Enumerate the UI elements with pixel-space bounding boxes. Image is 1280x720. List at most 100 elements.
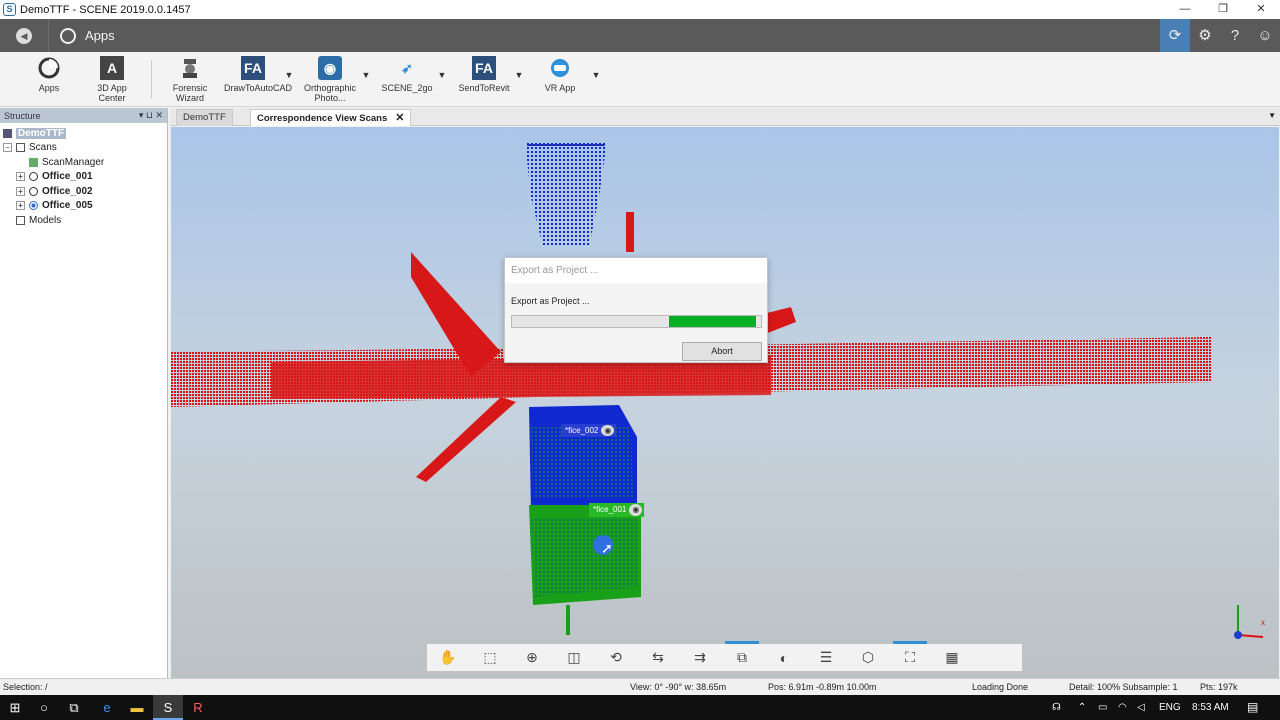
scan-select-icon[interactable]: ⧉	[721, 641, 763, 666]
orthophoto-icon: ◉	[318, 56, 342, 80]
eye-icon[interactable]: ◉	[629, 504, 643, 516]
status-loading: Loading Done	[972, 682, 1029, 692]
ribbon-app-center-button[interactable]: A 3D App Center	[88, 56, 136, 103]
sendtorevit-dropdown[interactable]: ▼	[514, 70, 524, 80]
tree-office-005[interactable]: + Office_005	[16, 198, 93, 212]
tree-office-005-label: Office_005	[42, 199, 93, 211]
vr-dropdown[interactable]: ▼	[591, 70, 601, 80]
ribbon-sendtorevit-button[interactable]: FA SendToRevit	[456, 56, 512, 93]
sendtorevit-icon: FA	[472, 56, 496, 80]
scan-blue	[529, 405, 637, 512]
cube-icon[interactable]: ⬡	[847, 649, 889, 666]
ribbon-apps-label: Apps	[38, 83, 60, 93]
account-icon[interactable]: ☺	[1250, 19, 1280, 52]
tree-scans-label: Scans	[29, 141, 57, 153]
back-arrow-icon: ◀	[16, 27, 32, 44]
tab-correspondence-label: Correspondence View Scans	[257, 113, 388, 124]
status-detail: Detail: 100% Subsample: 1	[1069, 682, 1178, 692]
people-icon[interactable]: ☊	[1052, 695, 1061, 720]
scene-taskbar-icon[interactable]: S	[153, 695, 183, 720]
refresh-icon[interactable]: ⟳	[1160, 19, 1190, 52]
ribbon-sendtorevit-label: SendToRevit	[458, 83, 510, 93]
edge-browser-icon[interactable]: e	[92, 695, 122, 720]
windows-start-icon[interactable]: ⊞	[0, 695, 30, 720]
tree-scan-manager[interactable]: ScanManager	[29, 155, 104, 169]
status-bar: Selection: / View: 0° -90° w: 38.65m Pos…	[0, 678, 1280, 695]
expand-icon[interactable]: +	[16, 171, 25, 181]
close-tab-icon[interactable]: ✕	[395, 112, 404, 124]
tab-correspondence-view[interactable]: Correspondence View Scans ✕	[250, 109, 412, 126]
correspondence-icon[interactable]: ⇉	[679, 649, 721, 666]
tree-scan-manager-label: ScanManager	[42, 156, 105, 168]
tab-demottf[interactable]: DemoTTF	[176, 109, 233, 126]
expand-icon[interactable]: +	[16, 200, 25, 210]
fit-view-icon[interactable]: ⛶	[889, 641, 931, 666]
ribbon-orthophoto-button[interactable]: ◉ Orthographic Photo...	[300, 56, 360, 103]
navigation-mode-icon[interactable]: ✋	[427, 649, 469, 666]
tab-demottf-label: DemoTTF	[183, 112, 226, 123]
revit-taskbar-icon[interactable]: R	[183, 695, 213, 720]
scan-top-blue	[525, 141, 634, 252]
export-progress-dialog: Export as Project ... Export as Project …	[504, 257, 768, 363]
orthophoto-dropdown[interactable]: ▼	[361, 70, 371, 80]
grid-icon[interactable]: ▦	[931, 649, 973, 666]
redo-view-icon[interactable]: ⇆	[637, 649, 679, 666]
view-mode-icon[interactable]: ⬚	[469, 649, 511, 666]
abort-button[interactable]: Abort	[682, 342, 762, 361]
file-explorer-icon[interactable]: ▬	[122, 695, 152, 720]
clipping-box-icon[interactable]: ◫	[553, 649, 595, 666]
ribbon-orthophoto-label: Orthographic Photo...	[303, 83, 357, 103]
restore-button[interactable]: ❐	[1204, 0, 1242, 19]
ribbon-forensic-button[interactable]: Forensic Wizard	[168, 56, 212, 103]
drawtoautocad-dropdown[interactable]: ▼	[284, 70, 294, 80]
back-button[interactable]: ◀	[0, 19, 49, 52]
network-icon[interactable]: ◠	[1118, 695, 1127, 720]
language-indicator[interactable]: ENG	[1159, 695, 1181, 720]
battery-icon[interactable]: ▭	[1098, 695, 1107, 720]
collapse-icon[interactable]: −	[3, 142, 12, 152]
ribbon-vr-button[interactable]: VR App	[540, 56, 580, 93]
point-cloud-canvas: x	[171, 141, 1265, 639]
status-points: Pts: 197k	[1200, 682, 1238, 692]
gear-icon[interactable]: ⚙	[1190, 19, 1220, 52]
help-icon[interactable]: ?	[1220, 19, 1250, 52]
panel-controls[interactable]: ▾ ⊔ ✕	[139, 110, 163, 121]
clock[interactable]: 8:53 AM	[1192, 695, 1229, 720]
minimize-button[interactable]: —	[1166, 0, 1204, 19]
search-icon[interactable]: ○	[29, 695, 59, 720]
tree-scans[interactable]: − Scans	[3, 140, 57, 154]
tree-office-002[interactable]: + Office_002	[16, 184, 93, 198]
ribbon-drawtoautocad-button[interactable]: FA DrawToAutoCAD	[224, 56, 292, 93]
scene-app-icon: S	[3, 3, 16, 16]
ribbon-scene2go-button[interactable]: ➶ SCENE_2go	[380, 56, 434, 93]
rotate-icon[interactable]: ⟲	[595, 649, 637, 666]
layers-icon[interactable]: ☰	[805, 649, 847, 666]
mouse-cursor-icon: ➚	[601, 540, 613, 556]
volume-icon[interactable]: ◁	[1137, 695, 1145, 720]
split-view-icon[interactable]: ◐	[763, 650, 805, 666]
task-view-icon[interactable]: ⧉	[59, 695, 89, 720]
structure-panel: Structure ▾ ⊔ ✕ DemoTTF − Scans ScanMana…	[0, 108, 168, 678]
os-taskbar: ⊞ ○ ⧉ e ▬ S R ☊ ⌃ ▭ ◠ ◁ ENG 8:53 AM ▤	[0, 695, 1280, 720]
progress-fill	[668, 316, 756, 327]
view-tabs: DemoTTF Correspondence View Scans ✕ ▼	[170, 108, 1280, 126]
tray-overflow-icon[interactable]: ⌃	[1078, 695, 1086, 720]
scene2go-dropdown[interactable]: ▼	[437, 70, 447, 80]
ribbon-apps-button[interactable]: Apps	[30, 56, 68, 93]
tree-root[interactable]: DemoTTF	[3, 126, 67, 140]
chevron-down-icon: ▼	[437, 70, 447, 80]
scan-label-office-001[interactable]: *fice_001 ◉	[589, 503, 645, 517]
expand-icon[interactable]: +	[16, 186, 25, 196]
close-button[interactable]: ✕	[1242, 0, 1280, 19]
zoom-icon[interactable]: ⊕	[511, 649, 553, 666]
eye-icon[interactable]: ◉	[601, 425, 615, 436]
window-title: DemoTTF - SCENE 2019.0.0.1457	[20, 3, 191, 16]
scan-label-office-002[interactable]: *fice_002 ◉	[561, 424, 617, 437]
apps-bar: ◀ Apps ⟳ ⚙ ? ☺	[0, 19, 1280, 52]
tree-models[interactable]: Models	[16, 213, 61, 227]
tree-office-001[interactable]: + Office_001	[16, 169, 93, 183]
notifications-icon[interactable]: ▤	[1247, 695, 1258, 720]
tab-menu-dropdown[interactable]: ▼	[1268, 111, 1276, 120]
ribbon-app-center-label: 3D App Center	[97, 83, 127, 103]
3d-viewport[interactable]: x *fice_002 ◉ *fice_001 ◉ ➚	[171, 127, 1279, 678]
